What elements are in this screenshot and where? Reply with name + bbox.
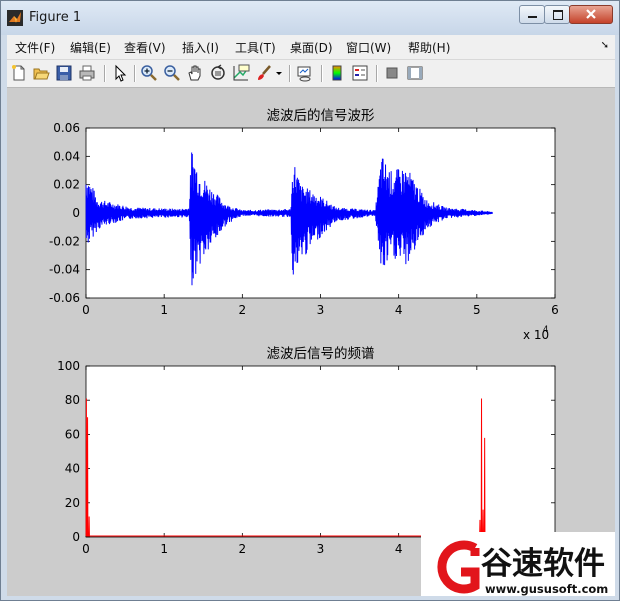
matlab-logo-icon bbox=[7, 10, 23, 26]
y-tick-label: 40 bbox=[65, 462, 80, 476]
data-cursor-icon[interactable] bbox=[232, 64, 250, 82]
x-tick-label: 2 bbox=[239, 303, 247, 317]
watermark-text: 谷速软件 bbox=[481, 546, 605, 582]
figure-canvas: 滤波后的信号波形 0 1 2 3 4 5 6 0.06 0.04 0.02 0 -0.02 -0.04 -… bbox=[7, 88, 615, 596]
x-tick-label: 1 bbox=[160, 542, 168, 556]
x-tick-label: 5 bbox=[473, 303, 481, 317]
y-tick-label: 20 bbox=[65, 496, 80, 510]
menu-tools[interactable]: 工具(T) bbox=[235, 39, 276, 56]
maximize-icon bbox=[553, 10, 563, 20]
pointer-icon[interactable] bbox=[111, 64, 129, 82]
minimize-icon bbox=[528, 16, 537, 18]
menu-window[interactable]: 窗口(W) bbox=[346, 39, 391, 56]
y-tick-label: 80 bbox=[65, 393, 80, 407]
y-tick-label: 0 bbox=[72, 530, 80, 544]
chart-title: 滤波后的信号波形 bbox=[267, 108, 375, 124]
pan-hand-icon[interactable] bbox=[186, 64, 204, 82]
spectrum-axes[interactable]: 滤波后信号的频谱 0123456100806040200 bbox=[57, 346, 559, 556]
figure-window: Figure 1 文件(F) 编辑(E) 查看(V) 插入(I) 工具(T) 桌… bbox=[0, 0, 620, 601]
save-icon[interactable] bbox=[55, 64, 73, 82]
hide-plot-tools-icon[interactable] bbox=[383, 64, 401, 82]
window-title: Figure 1 bbox=[29, 10, 82, 25]
watermark: 谷速软件 www.gususoft.com bbox=[421, 532, 615, 596]
brush-dropdown-icon[interactable] bbox=[273, 64, 285, 82]
x-tick-label: 4 bbox=[395, 542, 403, 556]
window-controls bbox=[519, 5, 613, 25]
menu-bar: 文件(F) 编辑(E) 查看(V) 插入(I) 工具(T) 桌面(D) 窗口(W… bbox=[7, 35, 615, 60]
menu-overflow-icon[interactable]: ➘ bbox=[601, 40, 609, 51]
x-tick-label: 4 bbox=[395, 303, 403, 317]
menu-edit[interactable]: 编辑(E) bbox=[70, 39, 111, 56]
minimize-button[interactable] bbox=[519, 5, 545, 24]
chart-title: 滤波后信号的频谱 bbox=[267, 346, 375, 362]
colorbar-icon[interactable] bbox=[328, 64, 346, 82]
x-multiplier-exponent: 4 bbox=[543, 325, 548, 335]
menu-insert[interactable]: 插入(I) bbox=[182, 39, 219, 56]
plots-area: 滤波后的信号波形 0 1 2 3 4 5 6 0.06 0.04 0.02 0 -0.02 -0.04 -… bbox=[49, 108, 615, 596]
y-tick-label: 0.04 bbox=[53, 149, 80, 163]
y-tick-label: 60 bbox=[65, 427, 80, 441]
y-tick-label: 0 bbox=[72, 206, 80, 220]
x-tick-label: 1 bbox=[160, 303, 168, 317]
x-tick-label: 2 bbox=[239, 542, 247, 556]
y-tick-label: 0.02 bbox=[53, 178, 80, 192]
x-tick-label: 0 bbox=[82, 303, 90, 317]
toolbar-separator bbox=[289, 65, 291, 82]
menu-desktop[interactable]: 桌面(D) bbox=[290, 39, 333, 56]
menu-file[interactable]: 文件(F) bbox=[15, 39, 55, 56]
show-plot-tools-icon[interactable] bbox=[406, 64, 424, 82]
y-tick-label: -0.02 bbox=[49, 234, 80, 248]
rotate-3d-icon[interactable] bbox=[209, 64, 227, 82]
toolbar bbox=[7, 60, 615, 88]
y-tick-label: -0.04 bbox=[49, 263, 80, 277]
x-tick-label: 3 bbox=[317, 542, 325, 556]
watermark-url: www.gususoft.com bbox=[485, 582, 608, 596]
close-icon bbox=[586, 9, 596, 19]
zoom-in-icon[interactable] bbox=[140, 64, 158, 82]
open-file-icon[interactable] bbox=[32, 64, 50, 82]
x-tick-label: 6 bbox=[551, 303, 559, 317]
y-tick-label: -0.06 bbox=[49, 291, 80, 305]
y-tick-label: 100 bbox=[57, 359, 80, 373]
toolbar-separator bbox=[321, 65, 323, 82]
brush-icon[interactable] bbox=[255, 64, 273, 82]
link-plot-icon[interactable] bbox=[296, 64, 314, 82]
new-figure-icon[interactable] bbox=[10, 64, 28, 82]
toolbar-separator bbox=[104, 65, 106, 82]
x-tick-label: 0 bbox=[82, 542, 90, 556]
menu-help[interactable]: 帮助(H) bbox=[408, 39, 450, 56]
title-bar[interactable]: Figure 1 bbox=[1, 1, 619, 35]
toolbar-separator bbox=[376, 65, 378, 82]
x-tick-label: 3 bbox=[317, 303, 325, 317]
legend-icon[interactable] bbox=[351, 64, 369, 82]
waveform-axes[interactable]: 滤波后的信号波形 0 1 2 3 4 5 6 0.06 0.04 0.02 0 -0.02 -0.04 -… bbox=[49, 108, 559, 342]
y-tick-label: 0.06 bbox=[53, 121, 80, 135]
close-button[interactable] bbox=[569, 5, 613, 24]
maximize-button[interactable] bbox=[544, 5, 570, 24]
toolbar-separator bbox=[134, 65, 136, 82]
menu-view[interactable]: 查看(V) bbox=[124, 39, 166, 56]
print-icon[interactable] bbox=[78, 64, 96, 82]
zoom-out-icon[interactable] bbox=[163, 64, 181, 82]
